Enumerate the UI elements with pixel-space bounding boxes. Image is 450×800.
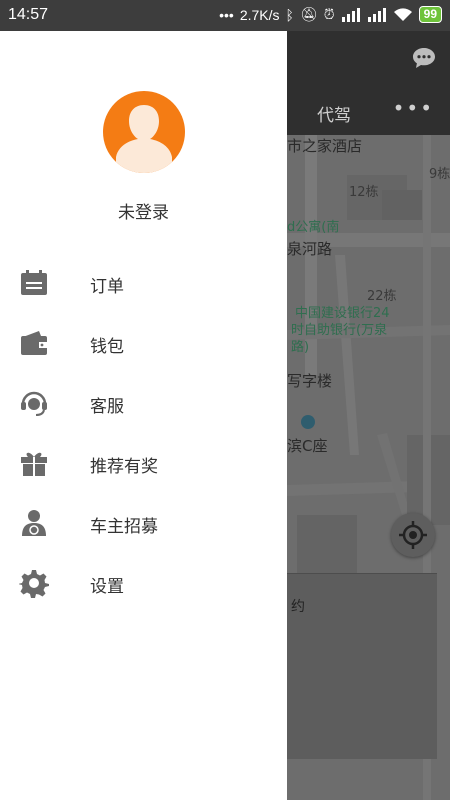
- gift-icon: [21, 452, 47, 476]
- crosshair-icon: [399, 521, 427, 549]
- card-text: 约: [291, 599, 305, 615]
- avatar[interactable]: [103, 91, 185, 173]
- network-speed: 2.7K/s: [239, 6, 280, 23]
- navigation-drawer: 未登录 订单 钱包 客服 推荐有奖 车主招募 设置: [0, 31, 287, 800]
- username[interactable]: 未登录: [0, 198, 287, 223]
- headset-icon: [21, 391, 47, 416]
- wifi-icon: [393, 8, 412, 21]
- map-label: 市之家酒店: [287, 137, 363, 155]
- more-options-button[interactable]: •••: [393, 96, 434, 120]
- gear-icon: [19, 570, 49, 598]
- map-label: 泉河路: [287, 240, 333, 258]
- wallet-icon: [21, 331, 47, 355]
- hd-signal-icon: [341, 7, 360, 22]
- map-label: 22栋: [367, 289, 397, 304]
- order-card[interactable]: 约: [287, 573, 437, 759]
- battery-indicator: 99: [418, 6, 442, 23]
- map-label: 时自助银行(万泉: [291, 323, 388, 338]
- bluetooth-icon: ᛒ: [285, 6, 294, 23]
- menu-item-wallet[interactable]: 钱包: [0, 313, 287, 373]
- signal-icon: [367, 7, 386, 22]
- menu-label: 客服: [90, 397, 124, 417]
- menu-item-customer-service[interactable]: 客服: [0, 373, 287, 433]
- map-label: 9栋: [429, 167, 450, 182]
- background-header: 代驾 •••: [287, 31, 450, 135]
- map-view[interactable]: 市之家酒店 9栋 12栋 d公寓(南 泉河路 22栋 中国建设银行24 时自助银…: [287, 135, 450, 800]
- menu-item-referral[interactable]: 推荐有奖: [0, 433, 287, 493]
- notification-dots: •••: [219, 6, 234, 23]
- calendar-icon: [21, 270, 47, 295]
- tab-daijia[interactable]: 代驾: [317, 101, 351, 126]
- locate-me-button[interactable]: [391, 513, 435, 557]
- alarm-icon: ⏰︎: [323, 6, 335, 22]
- menu-label: 钱包: [90, 337, 124, 357]
- map-label: 滨C座: [287, 437, 328, 455]
- menu-label: 车主招募: [90, 517, 158, 537]
- status-bar: 14:57 ••• 2.7K/s ᛒ 🔕︎ ⏰︎ 99: [0, 0, 450, 31]
- status-time: 14:57: [8, 6, 49, 23]
- drawer-menu: 订单 钱包 客服 推荐有奖 车主招募 设置: [0, 253, 287, 613]
- menu-label: 推荐有奖: [90, 457, 158, 477]
- menu-item-driver-recruit[interactable]: 车主招募: [0, 493, 287, 553]
- driver-icon: [22, 510, 46, 536]
- menu-item-orders[interactable]: 订单: [0, 253, 287, 313]
- poi-marker-icon: [301, 415, 315, 429]
- map-label: 12栋: [349, 185, 379, 200]
- map-label: d公寓(南: [287, 220, 340, 235]
- map-label: 路): [291, 340, 310, 355]
- menu-label: 订单: [90, 277, 124, 297]
- map-label: 写字楼: [287, 372, 333, 390]
- menu-label: 设置: [90, 577, 124, 597]
- map-label: 中国建设银行24: [295, 306, 390, 321]
- user-silhouette-icon: [116, 105, 172, 173]
- mute-icon: 🔕︎: [299, 6, 318, 22]
- chat-icon[interactable]: [412, 47, 436, 69]
- menu-item-settings[interactable]: 设置: [0, 553, 287, 613]
